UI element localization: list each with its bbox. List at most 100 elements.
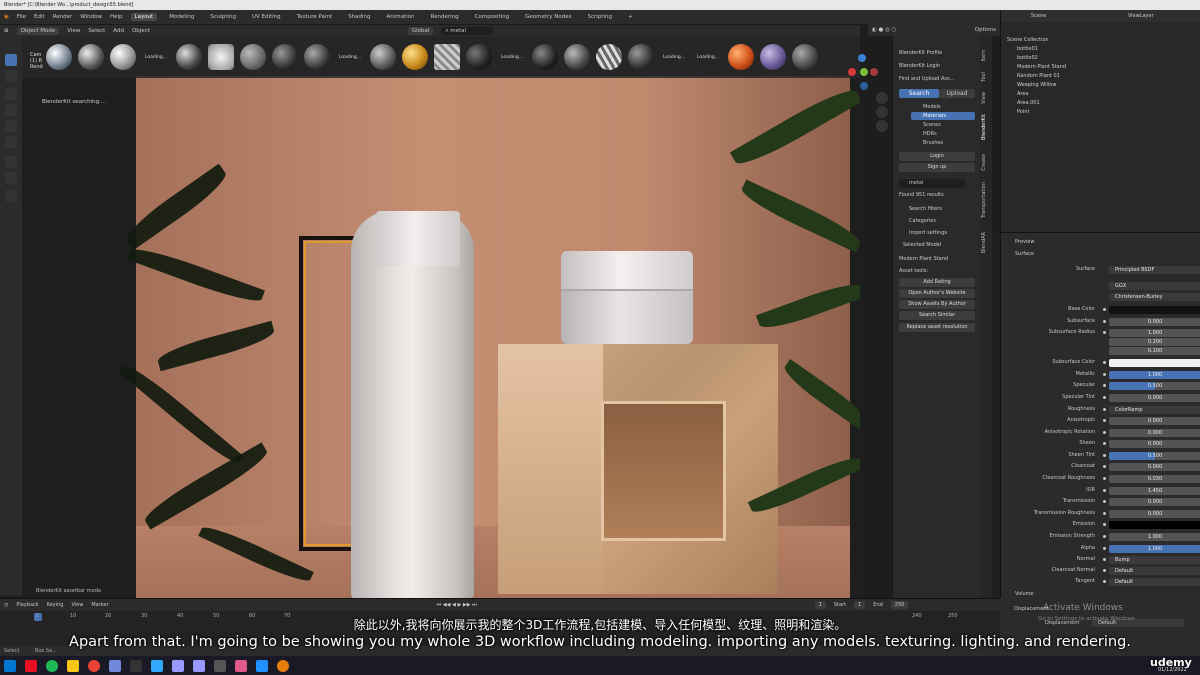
asset-thumbnail[interactable]: [46, 44, 72, 70]
outliner-item[interactable]: bottle01: [1017, 45, 1200, 54]
metallic-value[interactable]: 1.000: [1109, 371, 1200, 379]
shading-mode-icons[interactable]: ◐ ● ◎ ○: [872, 27, 896, 33]
sheen-tint-value[interactable]: 0.500: [1109, 452, 1200, 460]
alpha-value[interactable]: 1.000: [1109, 545, 1200, 553]
search-filters-toggle[interactable]: Search filters: [909, 206, 942, 212]
preview-header[interactable]: Preview: [1015, 239, 1034, 245]
gizmo-z-axis-icon[interactable]: [858, 54, 866, 62]
transform-orientation-select[interactable]: Global: [407, 26, 434, 35]
subsurface-color-swatch[interactable]: [1109, 359, 1200, 367]
emission-color-swatch[interactable]: [1109, 521, 1200, 529]
category-brushes[interactable]: Brushes: [923, 140, 943, 146]
clearcoat-normal-link[interactable]: Default: [1109, 567, 1200, 575]
category-scenes[interactable]: Scenes: [923, 122, 941, 128]
volume-header[interactable]: Volume: [1015, 591, 1034, 597]
app-icon[interactable]: [235, 659, 247, 672]
find-upload-header[interactable]: Find and Upload Ass...: [899, 76, 954, 82]
menu-help[interactable]: Help: [110, 14, 123, 20]
menu-keying[interactable]: Keying: [47, 602, 64, 608]
menu-add[interactable]: Add: [113, 28, 124, 34]
bottle-cap-object[interactable]: [376, 211, 460, 266]
outliner-item[interactable]: bottle02: [1017, 54, 1200, 63]
camera-view-icon[interactable]: [876, 120, 888, 132]
menu-edit[interactable]: Edit: [34, 14, 45, 20]
asset-thumbnail[interactable]: [78, 44, 104, 70]
measure-tool-icon[interactable]: [5, 172, 17, 184]
surface-header[interactable]: Surface: [1015, 251, 1034, 257]
replace-asset-resolution-button[interactable]: Replace asset resolution: [899, 323, 975, 332]
prop-value[interactable]: 0.030: [1109, 475, 1200, 483]
asset-thumbnail[interactable]: [370, 44, 396, 70]
outliner-item[interactable]: Random Plant 01: [1017, 72, 1200, 81]
blenderkit-profile-header[interactable]: BlenderKit Profile: [899, 50, 942, 56]
tab-geometry-nodes[interactable]: Geometry Nodes: [521, 13, 575, 21]
jar-lid-object[interactable]: [561, 251, 693, 291]
rotate-tool-icon[interactable]: [5, 104, 17, 116]
start-menu-icon[interactable]: [4, 659, 16, 672]
blenderkit-login-header[interactable]: BlenderKit Login: [899, 63, 940, 69]
upload-tab[interactable]: Upload: [939, 89, 975, 98]
editor-type-icon[interactable]: ⊞: [4, 28, 9, 34]
category-models[interactable]: Models: [923, 104, 941, 110]
menu-file[interactable]: File: [17, 14, 26, 20]
tab-compositing[interactable]: Compositing: [471, 13, 513, 21]
outliner-item[interactable]: Weeping Willow: [1017, 81, 1200, 90]
add-workspace-button[interactable]: +: [624, 13, 637, 21]
chrome-icon[interactable]: [88, 659, 100, 672]
search-similar-button[interactable]: Search Similar: [899, 311, 975, 320]
3d-viewport[interactable]: [22, 36, 860, 598]
menu-view[interactable]: View: [67, 28, 80, 34]
tab-texture-paint[interactable]: Texture Paint: [293, 13, 337, 21]
add-cube-tool-icon[interactable]: [5, 190, 17, 202]
tangent-link[interactable]: Default: [1109, 578, 1200, 586]
prop-value[interactable]: 0.000: [1109, 440, 1200, 448]
asset-thumbnail[interactable]: [628, 44, 654, 70]
tab-view[interactable]: View: [981, 92, 991, 104]
tab-blenderkit[interactable]: BlenderKit: [981, 114, 991, 140]
surface-shader-select[interactable]: Principled BSDF: [1109, 266, 1200, 274]
playback-controls[interactable]: ⏮ ◀◀ ◀ ▶ ▶▶ ⏭: [437, 602, 477, 608]
prop-value[interactable]: 0.100: [1109, 347, 1200, 355]
outliner-item[interactable]: Point: [1017, 108, 1200, 117]
app-icon[interactable]: [25, 659, 37, 672]
menu-select[interactable]: Select: [88, 28, 105, 34]
subsurface-method-select[interactable]: Christensen-Burley: [1109, 293, 1200, 301]
tab-rendering[interactable]: Rendering: [427, 13, 463, 21]
scale-tool-icon[interactable]: [5, 120, 17, 132]
asset-thumbnail[interactable]: [110, 44, 136, 70]
prop-value[interactable]: 0.000: [1109, 498, 1200, 506]
open-author-website-button[interactable]: Open Author's Website: [899, 289, 975, 298]
current-frame[interactable]: 1: [814, 601, 826, 609]
prop-value[interactable]: 0.000: [1109, 417, 1200, 425]
asset-thumbnail[interactable]: [272, 44, 298, 70]
prop-value[interactable]: 0.000: [1109, 318, 1200, 326]
asset-thumbnail[interactable]: [760, 44, 786, 70]
asset-thumbnail[interactable]: [596, 44, 622, 70]
prop-value[interactable]: 0.000: [1109, 394, 1200, 402]
app-icon[interactable]: [256, 659, 268, 672]
gizmo-y-axis-icon[interactable]: [860, 68, 868, 76]
asset-thumbnail[interactable]: [792, 44, 818, 70]
pan-hand-icon[interactable]: [876, 106, 888, 118]
tab-modeling[interactable]: Modeling: [165, 13, 198, 21]
blenderkit-search-input[interactable]: metal: [899, 179, 965, 188]
asset-thumbnail[interactable]: [240, 44, 266, 70]
outliner-item[interactable]: Modern Plant Stand: [1017, 63, 1200, 72]
select-box-tool-icon[interactable]: [5, 54, 17, 66]
menu-window[interactable]: Window: [80, 14, 102, 20]
menu-render[interactable]: Render: [53, 14, 73, 20]
blender-taskbar-icon[interactable]: [277, 659, 289, 672]
tab-blendar[interactable]: BlendAR: [981, 232, 991, 253]
tab-layout[interactable]: Layout: [130, 13, 158, 21]
gizmo-neg-z-icon[interactable]: [860, 82, 868, 90]
asset-thumbnail[interactable]: [564, 44, 590, 70]
category-hdrs[interactable]: HDRs: [923, 131, 937, 137]
prop-value[interactable]: 1.000: [1109, 533, 1200, 541]
roughness-link[interactable]: ColorRamp: [1109, 406, 1200, 414]
selected-model-header[interactable]: Selected Model: [903, 242, 941, 248]
login-button[interactable]: Login: [899, 152, 975, 161]
asset-thumbnail[interactable]: [532, 44, 558, 70]
outliner-scene-collection[interactable]: Scene Collection: [1007, 36, 1197, 45]
base-color-swatch[interactable]: [1109, 306, 1200, 314]
asset-thumbnail[interactable]: [176, 44, 202, 70]
